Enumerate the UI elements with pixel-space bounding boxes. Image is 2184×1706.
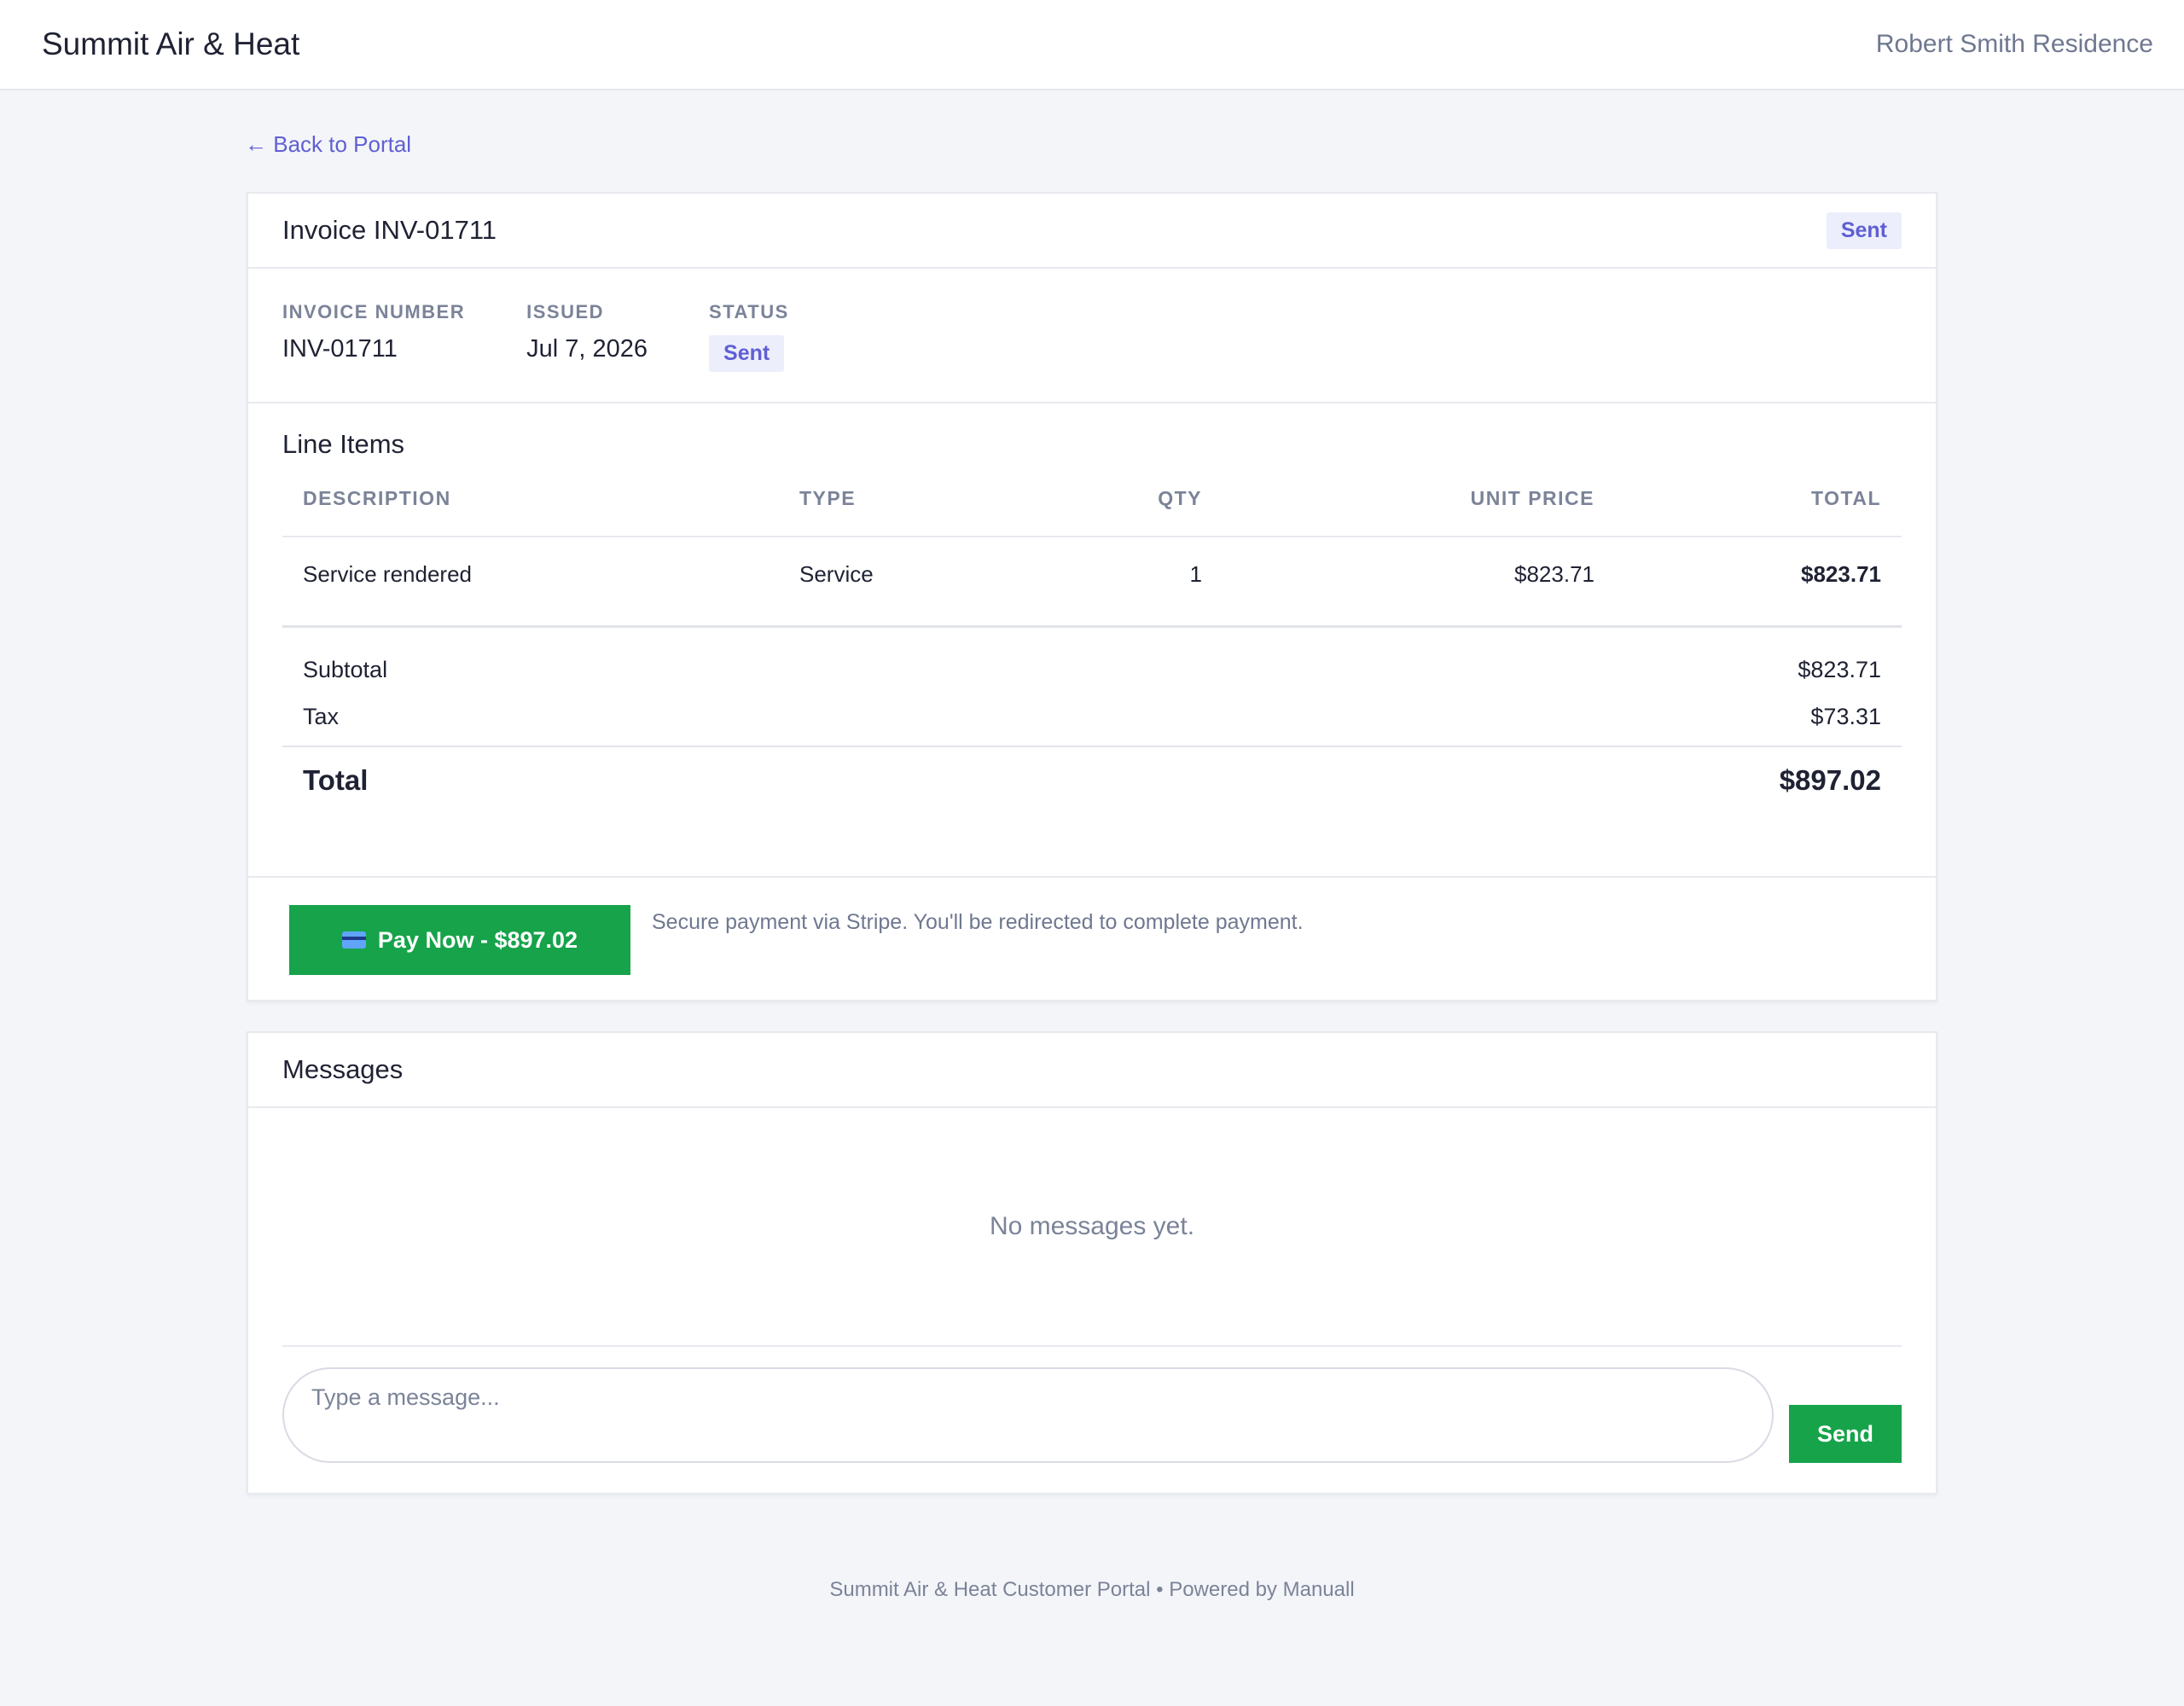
invoice-card: Invoice INV-01711 Sent INVOICE NUMBER IN… — [247, 192, 1937, 1001]
table-header-row: DESCRIPTION TYPE QTY UNIT PRICE TOTAL — [282, 472, 1902, 537]
subtotal-value: $823.71 — [1798, 657, 1881, 682]
column-qty: QTY — [1033, 472, 1223, 537]
tax-label: Tax — [303, 704, 340, 729]
total-label: Total — [303, 764, 369, 796]
meta-label: INVOICE NUMBER — [282, 301, 466, 322]
pay-now-button[interactable]: Pay Now - $897.02 — [289, 905, 630, 975]
messages-card: Messages No messages yet. Send — [247, 1031, 1937, 1494]
column-unit-price: UNIT PRICE — [1223, 472, 1615, 537]
column-total: TOTAL — [1615, 472, 1902, 537]
cell-unit-price: $823.71 — [1223, 537, 1615, 628]
meta-issued: ISSUED Jul 7, 2026 — [526, 301, 648, 402]
pay-now-label: Pay Now - $897.02 — [377, 926, 578, 953]
meta-status: STATUS Sent — [709, 301, 789, 402]
meta-invoice-number: INVOICE NUMBER INV-01711 — [282, 301, 465, 402]
table-row: Service rendered Service 1 $823.71 $823.… — [282, 537, 1902, 628]
cell-type: Service — [779, 537, 1034, 628]
brand-name: Summit Air & Heat — [42, 26, 300, 61]
message-input[interactable] — [282, 1367, 1774, 1463]
empty-messages-text: No messages yet. — [989, 1212, 1195, 1240]
subtotal-label: Subtotal — [303, 657, 388, 682]
meta-value: Jul 7, 2026 — [526, 335, 648, 363]
footer-text: Summit Air & Heat Customer Portal • Powe… — [829, 1578, 1355, 1601]
cell-description: Service rendered — [282, 537, 779, 628]
line-items-title: Line Items — [282, 429, 405, 459]
cell-qty: 1 — [1033, 537, 1223, 628]
total-row: Total $897.02 — [282, 746, 1902, 797]
payment-note: Secure payment via Stripe. You'll be red… — [652, 910, 1304, 934]
messages-list: No messages yet. — [282, 1108, 1902, 1347]
messages-title: Messages — [282, 1054, 404, 1084]
tax-value: $73.31 — [1810, 704, 1881, 729]
column-type: TYPE — [779, 472, 1034, 537]
cell-total: $823.71 — [1615, 537, 1902, 628]
meta-value: INV-01711 — [282, 335, 398, 363]
top-bar: Summit Air & Heat Robert Smith Residence — [0, 0, 2184, 90]
back-to-portal-link[interactable]: ← Back to Portal — [245, 131, 411, 158]
line-items-section: Line Items DESCRIPTION TYPE QTY UNIT PRI… — [248, 429, 1936, 797]
payment-section: Pay Now - $897.02 Secure payment via Str… — [248, 876, 1936, 1000]
status-badge: Sent — [1826, 212, 1902, 249]
totals-section: Subtotal $823.71 Tax $73.31 Total $897.0… — [282, 657, 1902, 797]
message-composer: Send — [248, 1347, 1936, 1483]
line-items-table: DESCRIPTION TYPE QTY UNIT PRICE TOTAL Se… — [282, 472, 1902, 628]
credit-card-icon — [341, 931, 366, 949]
invoice-meta: INVOICE NUMBER INV-01711 ISSUED Jul 7, 2… — [248, 269, 1936, 403]
messages-header: Messages — [248, 1033, 1936, 1108]
subtotal-row: Subtotal $823.71 — [303, 657, 1881, 683]
tax-row: Tax $73.31 — [303, 704, 1881, 730]
status-badge: Sent — [709, 335, 785, 372]
column-description: DESCRIPTION — [282, 472, 779, 537]
meta-label: ISSUED — [526, 301, 605, 322]
residence-name: Robert Smith Residence — [1875, 30, 2153, 58]
meta-label: STATUS — [709, 301, 789, 322]
total-value: $897.02 — [1779, 764, 1881, 796]
invoice-header: Invoice INV-01711 Sent — [248, 194, 1936, 269]
invoice-title: Invoice INV-01711 — [282, 215, 497, 245]
send-button[interactable]: Send — [1789, 1405, 1902, 1463]
